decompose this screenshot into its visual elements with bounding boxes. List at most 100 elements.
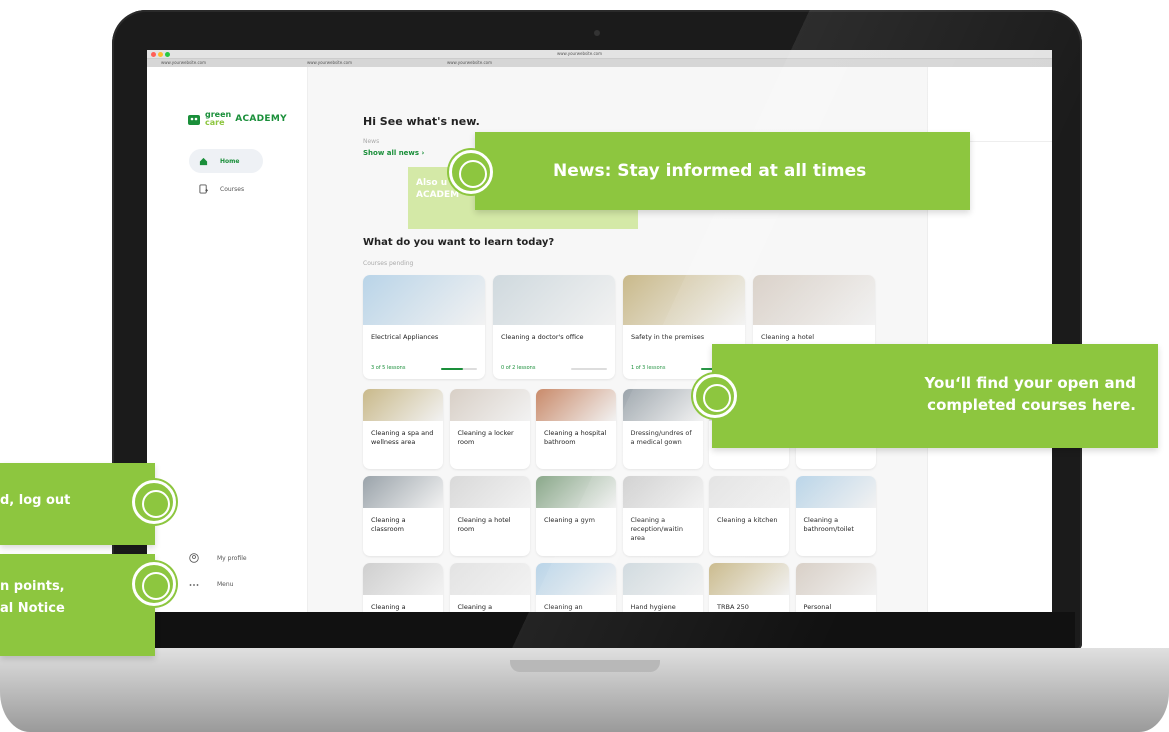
course-card[interactable]: TRBA 250 <box>709 563 789 612</box>
user-icon <box>189 553 199 563</box>
sidebar-item-label: Courses <box>220 185 245 193</box>
callout-news-text: News: Stay informed at all times <box>553 161 867 181</box>
course-thumbnail <box>795 476 876 508</box>
course-title: Cleaning a locker room <box>457 429 514 446</box>
course-card[interactable]: Dressing/undres of a medical gown <box>622 389 703 469</box>
course-card[interactable]: Cleaning a bathroom/toilet <box>795 476 876 556</box>
callout-pin-icon <box>449 150 493 194</box>
page-title: Hi See what's new. <box>363 115 480 128</box>
course-card[interactable]: Cleaning a classroom <box>363 476 443 556</box>
course-thumbnail <box>536 563 616 595</box>
browser-tab[interactable]: www.yourwebsite.com <box>161 60 206 65</box>
callout-profile-text: d, log out <box>0 493 71 508</box>
callout-courses-line: completed courses here. <box>927 396 1136 414</box>
course-thumbnail <box>536 476 616 508</box>
minimize-window-icon[interactable] <box>158 52 163 57</box>
course-title: Dressing/undres of a medical gown <box>630 429 692 446</box>
course-title: Cleaning a bathroom/toilet <box>803 516 854 533</box>
callout-pin-icon <box>132 480 176 524</box>
camera-icon <box>594 30 600 36</box>
callout-pin-icon <box>693 374 737 418</box>
callout-courses: You‘ll find your open and completed cour… <box>712 344 1158 448</box>
show-all-news-link[interactable]: Show all news › <box>363 149 424 157</box>
course-thumbnail <box>449 476 530 508</box>
course-card[interactable]: Cleaning a <box>449 563 530 612</box>
sidebar-item-home[interactable]: Home <box>189 149 263 173</box>
course-card[interactable]: Cleaning an <box>536 563 616 612</box>
course-progress-fill <box>441 368 463 370</box>
course-title: Cleaning a hotel room <box>457 516 511 533</box>
course-card[interactable]: Cleaning a hospital bathroom <box>536 389 616 469</box>
course-thumbnail <box>622 389 703 421</box>
browser-toolbar: www.yourwebsite.com <box>147 50 1052 59</box>
course-card[interactable]: Personal <box>795 563 876 612</box>
logo-academy: ACADEMY <box>235 114 287 124</box>
courses-icon <box>199 184 208 194</box>
course-title: Cleaning an <box>544 603 583 611</box>
course-card[interactable]: Cleaning a locker room <box>449 389 530 469</box>
courses-pending-label: Courses pending <box>363 260 414 267</box>
course-card[interactable]: Cleaning a hotel room <box>449 476 530 556</box>
news-label: News <box>363 138 380 145</box>
sidebar-item-courses[interactable]: Courses <box>189 179 263 199</box>
course-progress-text: 0 of 2 lessons <box>501 365 536 371</box>
course-title: Cleaning a <box>371 603 406 611</box>
course-thumbnail <box>449 389 530 421</box>
course-card[interactable]: Hand hygiene <box>622 563 703 612</box>
course-card[interactable]: Cleaning a gym <box>536 476 616 556</box>
course-thumbnail <box>363 275 485 325</box>
course-progress-bar <box>441 368 477 370</box>
laptop-notch <box>510 660 660 672</box>
course-card[interactable]: Cleaning a kitchen <box>709 476 789 556</box>
sidebar-item-label: Menu <box>217 581 234 588</box>
course-thumbnail <box>622 563 703 595</box>
course-thumbnail <box>709 476 789 508</box>
home-icon <box>199 157 208 165</box>
sidebar: green care ACADEMY Home Courses My profi… <box>147 67 307 612</box>
course-thumbnail <box>363 389 443 421</box>
course-thumbnail <box>363 563 443 595</box>
sidebar-item-profile[interactable]: My profile <box>189 553 247 563</box>
logo-word-care: care <box>205 118 225 127</box>
address-bar[interactable]: www.yourwebsite.com <box>557 51 602 56</box>
course-thumbnail <box>536 389 616 421</box>
sidebar-item-label: Home <box>220 157 240 165</box>
callout-news: News: Stay informed at all times <box>475 132 970 210</box>
course-progress-text: 3 of 5 lessons <box>371 365 406 371</box>
greencare-logo[interactable]: green care ACADEMY <box>187 111 287 127</box>
course-card[interactable]: Electrical Appliances 3 of 5 lessons <box>363 275 485 379</box>
course-thumbnail <box>363 476 443 508</box>
course-thumbnail <box>493 275 615 325</box>
course-title: TRBA 250 <box>717 603 749 611</box>
sidebar-item-label: My profile <box>217 554 247 562</box>
sidebar-item-menu[interactable]: Menu <box>189 581 233 588</box>
browser-tab[interactable]: www.yourwebsite.com <box>447 60 492 65</box>
course-card[interactable]: Cleaning a spa and wellness area <box>363 389 443 469</box>
course-progress-text: 1 of 3 lessons <box>631 365 666 371</box>
stage: www.yourwebsite.com www.yourwebsite.com … <box>0 0 1169 732</box>
course-thumbnail <box>753 275 875 325</box>
course-progress-bar <box>571 368 607 370</box>
close-window-icon[interactable] <box>151 52 156 57</box>
course-thumbnail <box>623 275 745 325</box>
maximize-window-icon[interactable] <box>165 52 170 57</box>
callout-menu: n points, al Notice <box>0 554 155 656</box>
course-thumbnail <box>709 563 789 595</box>
course-card[interactable]: Cleaning a doctor's office 0 of 2 lessons <box>493 275 615 379</box>
course-title: Cleaning a hospital bathroom <box>544 429 607 446</box>
browser-tab[interactable]: www.yourwebsite.com <box>307 60 352 65</box>
screen-bezel <box>120 612 1075 648</box>
course-title: Cleaning a doctor's office <box>501 333 584 341</box>
course-card[interactable]: Cleaning a <box>363 563 443 612</box>
course-title: Cleaning a hotel <box>761 333 815 341</box>
course-title: Personal <box>803 603 832 611</box>
course-thumbnail <box>449 563 530 595</box>
course-card[interactable]: Cleaning a reception/waitin area <box>622 476 703 556</box>
callout-pin-icon <box>132 562 176 606</box>
course-thumbnail <box>622 476 703 508</box>
course-title: Cleaning a spa and wellness area <box>371 429 434 446</box>
course-title: Cleaning a reception/waitin area <box>630 516 683 542</box>
course-title: Hand hygiene <box>630 603 676 611</box>
course-title: Cleaning a kitchen <box>717 516 778 524</box>
logo-mascot-icon <box>188 115 200 125</box>
